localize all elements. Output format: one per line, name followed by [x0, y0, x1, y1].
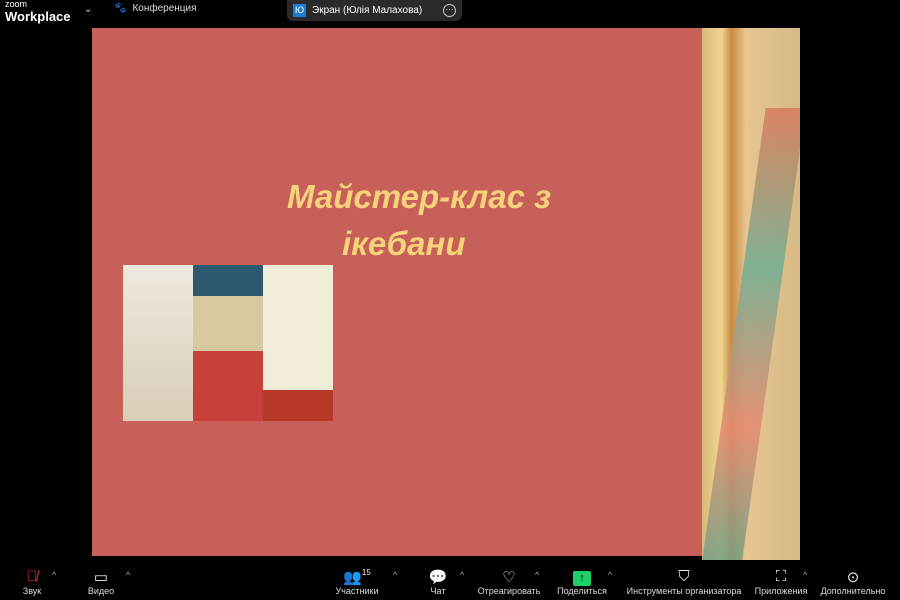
paw-icon: 🐾 [114, 3, 127, 14]
video-caret[interactable]: ^ [126, 570, 130, 580]
participants-button[interactable]: 👥15 Участники [317, 568, 397, 596]
chat-button[interactable]: 💬 Чат [398, 568, 478, 596]
participants-caret[interactable]: ^ [393, 570, 397, 580]
shared-slide: Майстер-клас з ікебани [92, 28, 702, 556]
avatar: Ю [293, 4, 306, 17]
apps-icon: ⛶ [775, 568, 787, 585]
apps-caret[interactable]: ^ [803, 570, 807, 580]
meeting-info[interactable]: 🐾 Конференция [114, 3, 197, 14]
slide-title: Майстер-клас з ікебани [287, 178, 551, 262]
zoom-logo: zoom Workplace [5, 0, 71, 24]
host-tools-button[interactable]: ⛉ Инструменты организатора [619, 568, 749, 596]
share-caret[interactable]: ^ [608, 570, 612, 580]
ikebana-image [123, 265, 333, 421]
shield-icon: ⛉ [678, 568, 690, 585]
audio-caret[interactable]: ^ [52, 570, 56, 580]
share-arrow-icon: ↑ [573, 571, 591, 586]
chat-caret[interactable]: ^ [460, 570, 464, 580]
apps-button[interactable]: ⛶ Приложения [741, 568, 821, 596]
more-options-icon[interactable]: ··· [443, 4, 456, 17]
participants-icon: 👥15 [343, 568, 371, 586]
share-label: Экран (Юлія Малахова) [312, 5, 423, 16]
chevron-down-icon[interactable]: ⌄ [84, 4, 92, 15]
more-button[interactable]: ⊙ Дополнительно [813, 568, 893, 596]
decorative-panel [702, 28, 800, 560]
chat-icon: 💬 [428, 569, 448, 586]
screen-share-banner[interactable]: Ю Экран (Юлія Малахова) ··· [287, 0, 462, 21]
react-caret[interactable]: ^ [535, 570, 539, 580]
meeting-toolbar: 🎙̸ Звук ^ ▭ Видео ^ 👥15 Участники ^ 💬 Чат ^ … [0, 562, 900, 600]
more-icon: ⊙ [846, 569, 860, 586]
